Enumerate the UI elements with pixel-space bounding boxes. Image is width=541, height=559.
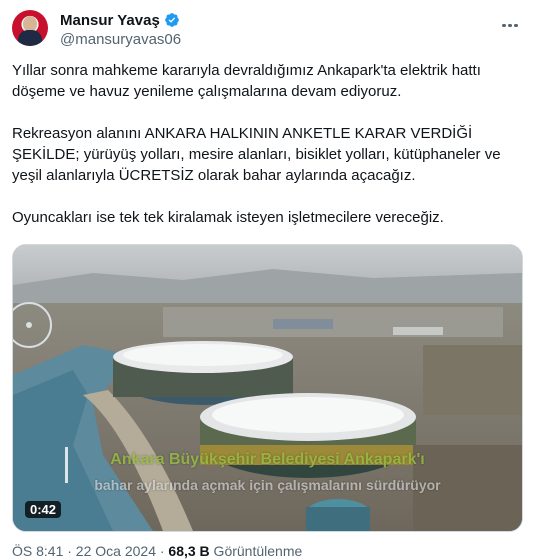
- views-label: Görüntülenme: [209, 543, 303, 559]
- video-caption-line2: bahar aylarında açmak için çalışmalarını…: [94, 477, 441, 493]
- video-player[interactable]: Ankara Büyükşehir Belediyesi Ankapark'ı …: [12, 244, 523, 532]
- author-block: Mansur Yavaş @mansuryavas06: [60, 10, 181, 49]
- verified-badge-icon: [164, 13, 179, 27]
- video-caption-line1: Ankara Büyükşehir Belediyesi Ankapark'ı: [110, 451, 425, 468]
- author-name[interactable]: Mansur Yavaş: [60, 12, 160, 29]
- avatar[interactable]: [12, 10, 48, 46]
- avatar-suit: [18, 30, 42, 46]
- name-row: Mansur Yavaş: [60, 10, 181, 30]
- tweet-meta: ÖS 8:41 · 22 Oca 2024 · 68,3 B Görüntüle…: [12, 543, 302, 559]
- author-handle[interactable]: @mansuryavas06: [60, 31, 181, 48]
- views-count: 68,3 B: [168, 543, 210, 559]
- more-icon[interactable]: [502, 14, 522, 27]
- tweet-text: Yıllar sonra mahkeme kararıyla devraldığ…: [12, 62, 501, 226]
- video-duration-badge: 0:42: [25, 501, 62, 518]
- tweet-timestamp[interactable]: ÖS 8:41 · 22 Oca 2024 ·: [12, 543, 168, 559]
